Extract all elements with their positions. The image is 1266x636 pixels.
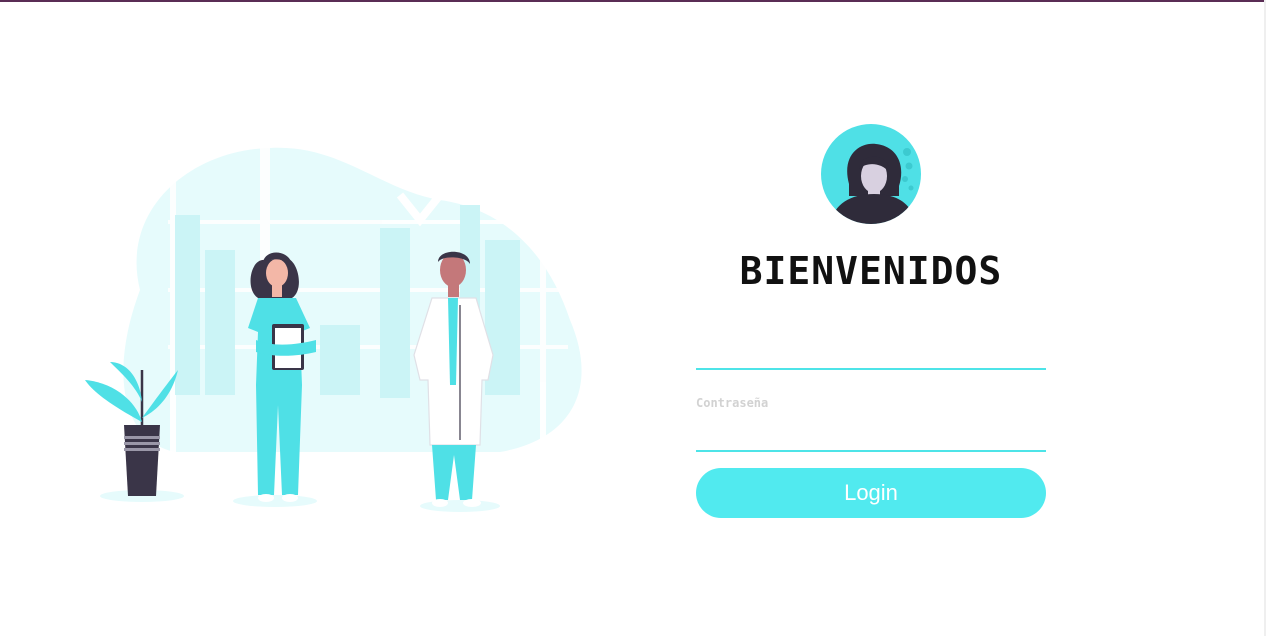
username-field[interactable] — [696, 338, 1046, 370]
window-top-border — [0, 0, 1266, 2]
welcome-title: BIENVENIDOS — [739, 249, 1003, 293]
doctor-shadow — [420, 500, 500, 512]
username-input[interactable] — [696, 338, 1046, 370]
password-input[interactable] — [696, 420, 1046, 452]
password-label: Contraseña — [696, 396, 769, 410]
login-button[interactable]: Login — [696, 468, 1046, 518]
password-field[interactable] — [696, 420, 1046, 452]
woman-avatar-icon — [821, 124, 921, 224]
medical-staff-illustration — [85, 145, 582, 512]
nurse-shadow — [233, 495, 317, 507]
